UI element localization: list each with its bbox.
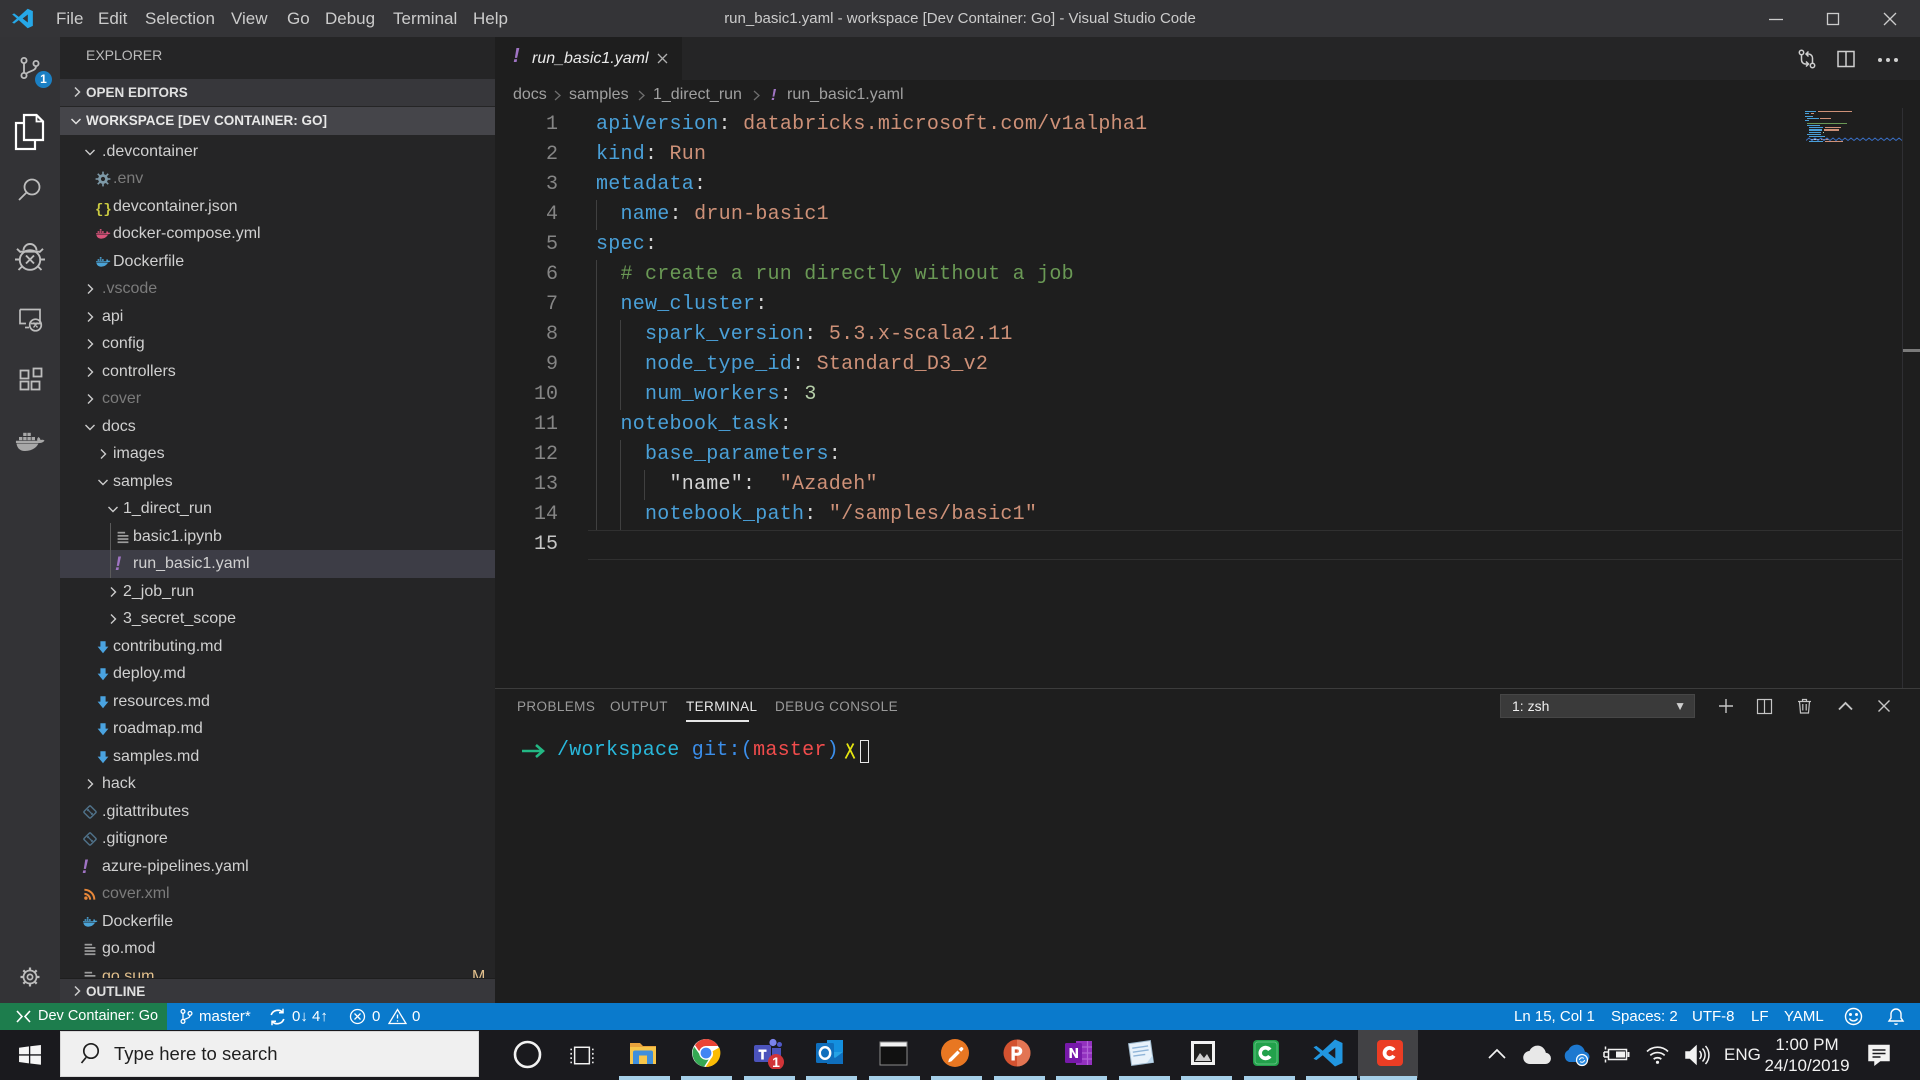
svg-text:1: 1 [772, 1054, 780, 1069]
